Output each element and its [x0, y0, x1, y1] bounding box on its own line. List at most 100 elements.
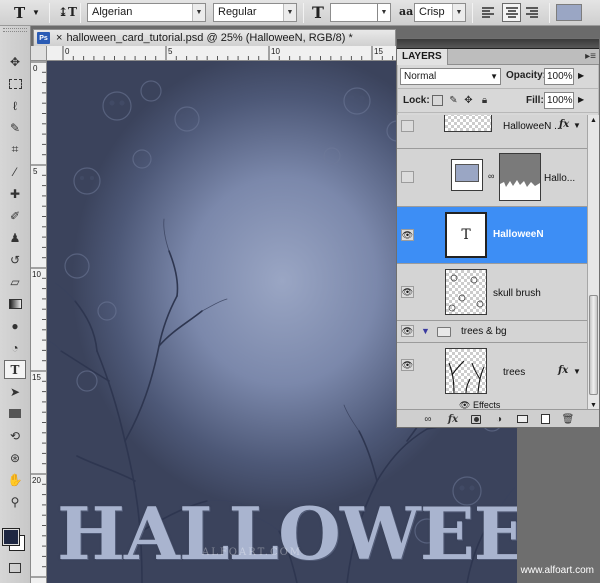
healing-brush-tool-icon[interactable]: ✚ — [4, 184, 26, 203]
trash-icon[interactable]: 🗑︎ — [562, 413, 575, 425]
options-bar: T ▼ ↨T Algerian ▼ Regular ▼ T ▼ aa Crisp… — [0, 0, 600, 26]
layer-row[interactable]: HalloweeN ... fx ▼ — [397, 115, 587, 149]
eraser-tool-icon[interactable]: ▱ — [4, 272, 26, 291]
type-tool-icon[interactable]: T — [14, 4, 25, 22]
blend-mode-select[interactable]: Normal ▼ — [400, 68, 501, 85]
lock-position-icon[interactable]: ✥ — [463, 95, 474, 106]
new-layer-icon[interactable] — [539, 413, 551, 425]
lock-transparent-icon[interactable] — [432, 95, 443, 106]
ruler-label: 0 — [33, 64, 38, 73]
ruler-label: 10 — [271, 47, 280, 56]
text-color-swatch[interactable] — [556, 4, 582, 21]
opacity-input[interactable]: 100% — [544, 68, 574, 85]
panel-grip[interactable] — [3, 28, 27, 32]
rectangle-tool-icon[interactable] — [4, 404, 26, 423]
font-style-select[interactable]: Regular ▼ — [213, 3, 297, 22]
blur-tool-icon[interactable]: ● — [4, 316, 26, 335]
link-icon[interactable]: ∞ — [488, 171, 494, 181]
layer-list: HalloweeN ... fx ▼ ∞ Hallo... 👁︎ T Hallo… — [397, 115, 587, 411]
layer-row[interactable]: 👁︎ trees fx ▼ 👁︎ Effects — [397, 343, 587, 411]
blend-mode-value: Normal — [404, 71, 437, 82]
fx-icon[interactable]: fx — [558, 365, 568, 376]
dodge-tool-icon[interactable]: ◔ — [4, 338, 26, 357]
scroll-up-icon[interactable]: ▲ — [590, 117, 597, 124]
visibility-toggle[interactable] — [401, 120, 414, 132]
add-mask-icon[interactable] — [470, 413, 482, 425]
lasso-tool-icon[interactable]: ℓ — [4, 96, 26, 115]
layer-row-selected[interactable]: 👁︎ T HalloweeN — [397, 207, 587, 264]
ruler-origin[interactable] — [31, 46, 47, 61]
clone-stamp-tool-icon[interactable]: ♟ — [4, 228, 26, 247]
add-style-icon[interactable]: fx — [447, 413, 459, 425]
ruler-label: 20 — [32, 476, 41, 485]
ruler-label: 15 — [32, 373, 41, 382]
opacity-slider-icon[interactable]: ▶ — [578, 71, 584, 80]
adjustment-layer-icon[interactable]: ◑ — [493, 413, 505, 425]
hand-tool-icon[interactable]: ✋ — [4, 470, 26, 489]
font-family-select[interactable]: Algerian ▼ — [87, 3, 206, 22]
new-group-icon[interactable] — [516, 413, 528, 425]
link-layers-icon[interactable]: ∞ — [422, 413, 434, 425]
fill-input[interactable]: 100% — [544, 92, 574, 109]
align-left-icon[interactable] — [481, 3, 499, 22]
marquee-tool-icon[interactable] — [4, 74, 26, 93]
brush-tool-icon[interactable]: ✐ — [4, 206, 26, 225]
tool-preset-dropdown-icon[interactable]: ▼ — [32, 3, 40, 22]
site-watermark: www.alfoart.com — [520, 565, 594, 576]
quick-selection-tool-icon[interactable]: ✎ — [4, 118, 26, 137]
layer-row[interactable]: 👁︎ skull brush — [397, 264, 587, 321]
chevron-down-icon[interactable]: ▼ — [573, 121, 581, 130]
visibility-toggle[interactable] — [401, 171, 414, 183]
zoom-tool-icon[interactable]: ⚲ — [4, 492, 26, 511]
align-right-icon[interactable] — [525, 3, 543, 22]
quick-mask-icon[interactable] — [4, 558, 26, 577]
group-toggle-icon[interactable]: ▼ — [421, 326, 430, 336]
text-orientation-icon[interactable]: ↨T — [58, 5, 77, 19]
scroll-down-icon[interactable]: ▼ — [590, 402, 597, 409]
3d-rotate-tool-icon[interactable]: ⟲ — [4, 426, 26, 445]
fill-label: Fill: — [526, 95, 544, 106]
eyedropper-tool-icon[interactable]: ⁄ — [4, 162, 26, 181]
layers-scrollbar[interactable]: ▲ ▼ — [587, 115, 599, 411]
fill-slider-icon[interactable]: ▶ — [578, 95, 584, 104]
foreground-color-swatch[interactable] — [2, 528, 20, 546]
anti-alias-select[interactable]: Crisp ▼ — [414, 3, 466, 22]
eye-icon[interactable]: 👁︎ — [401, 286, 414, 298]
gradient-tool-icon[interactable] — [4, 294, 26, 313]
panel-menu-icon[interactable]: ▸≡ — [585, 51, 596, 62]
3d-orbit-tool-icon[interactable]: ⊛ — [4, 448, 26, 467]
text-layer-thumbnail: T — [445, 212, 487, 258]
canvas-watermark: ALFOART.COM — [202, 547, 303, 558]
document-tab[interactable]: Ps × halloween_card_tutorial.psd @ 25% (… — [33, 29, 396, 46]
layer-name: Hallo... — [544, 173, 576, 184]
eye-icon[interactable]: 👁︎ — [401, 229, 414, 241]
chevron-down-icon: ▼ — [452, 4, 465, 21]
chevron-down-icon: ▼ — [377, 4, 390, 21]
move-tool-icon[interactable]: ✥ — [4, 52, 26, 71]
path-selection-tool-icon[interactable]: ➤ — [4, 382, 26, 401]
layer-row[interactable]: ∞ Hallo... — [397, 149, 587, 207]
layer-group-row[interactable]: 👁︎ ▼ trees & bg — [397, 321, 587, 343]
layer-name: HalloweeN — [493, 229, 544, 240]
type-tool-icon[interactable]: T — [4, 360, 26, 379]
font-size-select[interactable]: ▼ — [330, 3, 391, 22]
layers-panel: LAYERS ▸≡ Normal ▼ Opacity: 100% ▶ Lock:… — [396, 38, 600, 428]
document-title: halloween_card_tutorial.psd @ 25% (Hallo… — [66, 32, 353, 44]
fx-icon[interactable]: fx — [559, 119, 569, 130]
history-brush-tool-icon[interactable]: ↺ — [4, 250, 26, 269]
layer-thumbnail — [451, 159, 483, 191]
align-center-icon[interactable] — [502, 3, 521, 22]
mask-thumbnail[interactable] — [499, 153, 541, 201]
lock-all-icon[interactable]: 🔒︎ — [479, 95, 490, 106]
eye-icon[interactable]: 👁︎ — [401, 359, 414, 371]
chevron-down-icon[interactable]: ▼ — [573, 367, 581, 376]
crop-tool-icon[interactable]: ⌗ — [4, 140, 26, 159]
color-swatches[interactable] — [2, 528, 28, 554]
lock-image-icon[interactable]: ✎ — [448, 95, 459, 106]
scrollbar-thumb[interactable] — [589, 295, 598, 395]
vertical-ruler[interactable]: 0 5 10 15 20 — [31, 46, 47, 583]
panel-titlebar[interactable] — [397, 39, 599, 49]
close-icon[interactable]: × — [56, 32, 62, 44]
eye-icon[interactable]: 👁︎ — [401, 325, 414, 337]
tab-layers[interactable]: LAYERS — [397, 49, 448, 65]
